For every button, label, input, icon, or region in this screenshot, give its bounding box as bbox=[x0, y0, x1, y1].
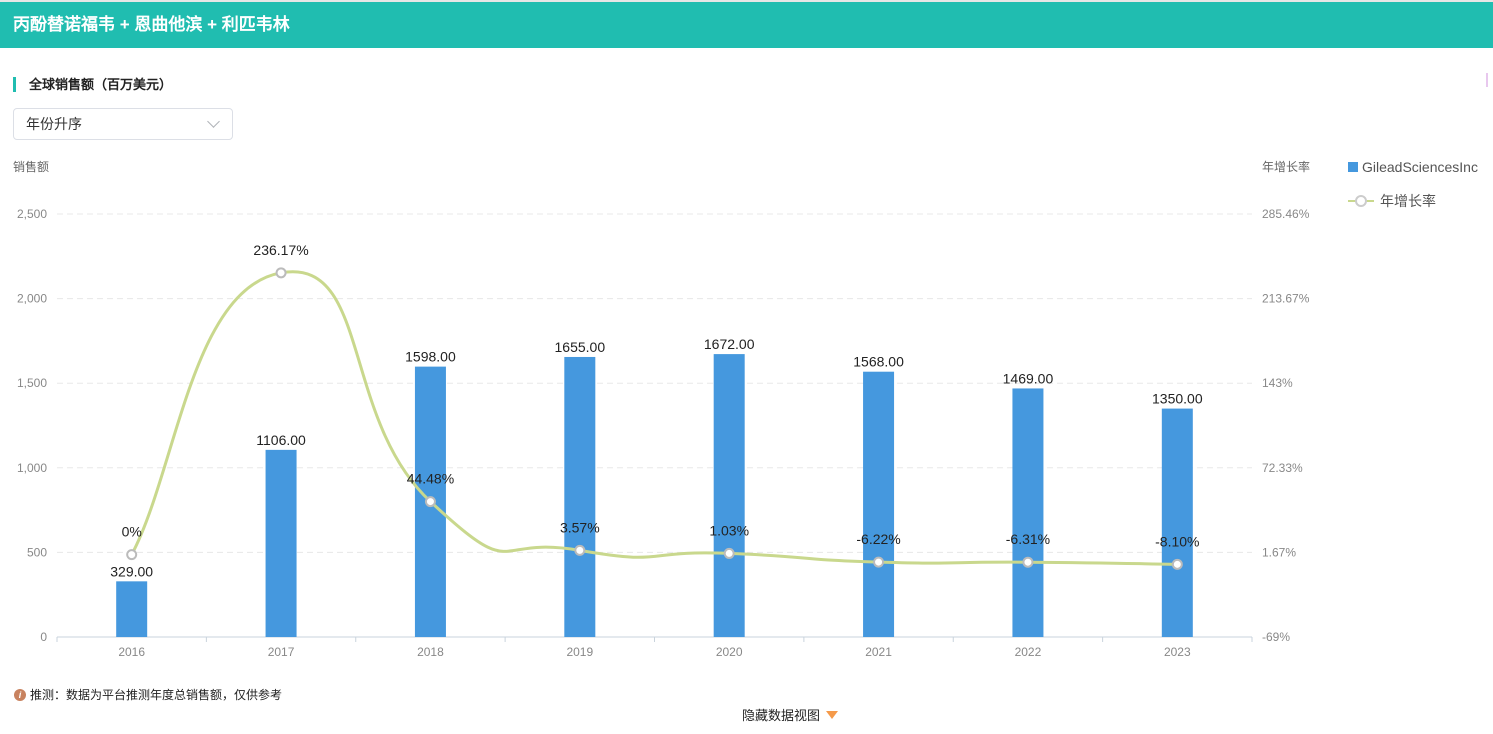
y2-tick-label: 1.67% bbox=[1262, 545, 1296, 559]
growth-label: -6.31% bbox=[1006, 531, 1050, 547]
bar bbox=[564, 356, 596, 637]
legend-line-label: 年增长率 bbox=[1380, 193, 1436, 209]
triangle-down-icon bbox=[826, 710, 839, 719]
estimate-note-text: 推测：数据为平台推测年度总销售额，仅供参考 bbox=[30, 688, 283, 702]
y2-tick-label: 285.46% bbox=[1262, 207, 1310, 221]
y-tick-label: 2,000 bbox=[17, 292, 47, 306]
y-tick-label: 2,500 bbox=[17, 207, 47, 221]
y2-tick-label: 72.33% bbox=[1262, 461, 1303, 475]
growth-label: 236.17% bbox=[253, 242, 308, 258]
bar-label: 1598.00 bbox=[405, 349, 456, 365]
x-tick-label: 2016 bbox=[118, 645, 145, 659]
y2-tick-label: 143% bbox=[1262, 376, 1293, 390]
legend-line-marker bbox=[1355, 195, 1367, 207]
x-tick-label: 2017 bbox=[268, 645, 295, 659]
bar-label: 1568.00 bbox=[853, 354, 904, 370]
x-tick-label: 2023 bbox=[1164, 645, 1191, 659]
legend-bar-swatch bbox=[1348, 162, 1358, 172]
growth-label: -6.22% bbox=[856, 531, 900, 547]
growth-label: 44.48% bbox=[407, 471, 454, 487]
bar bbox=[863, 371, 895, 637]
hide-data-view-label: 隐藏数据视图 bbox=[742, 708, 821, 723]
bar-label: 1655.00 bbox=[555, 339, 606, 355]
growth-point bbox=[1171, 558, 1183, 570]
x-tick-label: 2018 bbox=[417, 645, 444, 659]
chart: 销售额 年增长率0 -69%500 1.67%1,000 72.33%1,500 143%… bbox=[13, 159, 1478, 659]
growth-point bbox=[275, 267, 287, 279]
y-tick-label: 1,500 bbox=[17, 376, 47, 390]
x-tick-label: 2021 bbox=[865, 645, 892, 659]
x-tick-label: 2022 bbox=[1015, 645, 1042, 659]
y-axis-label: 销售额 bbox=[13, 159, 49, 174]
hide-data-view-button[interactable]: 隐藏数据视图 bbox=[742, 705, 839, 724]
bar-label: 1350.00 bbox=[1152, 391, 1203, 407]
bar-label: 1672.00 bbox=[704, 336, 755, 352]
growth-label: 3.57% bbox=[560, 519, 600, 535]
growth-point bbox=[723, 547, 735, 559]
growth-point bbox=[574, 544, 586, 556]
bar bbox=[713, 354, 745, 637]
growth-point bbox=[873, 556, 885, 568]
x-tick-label: 2019 bbox=[566, 645, 593, 659]
growth-label: 0% bbox=[122, 524, 142, 540]
y-tick-label: 0 bbox=[40, 630, 47, 644]
bar bbox=[116, 581, 148, 637]
growth-point bbox=[424, 496, 436, 508]
y2-axis-label: 年增长率 bbox=[1262, 159, 1310, 174]
bar bbox=[1161, 408, 1193, 637]
estimate-note: i 推测：数据为平台推测年度总销售额，仅供参考 bbox=[14, 686, 282, 703]
y-tick-label: 1,000 bbox=[17, 461, 47, 475]
growth-label: 1.03% bbox=[709, 522, 749, 538]
legend-bar-label: GileadSciencesInc bbox=[1362, 159, 1478, 175]
y2-tick-label: -69% bbox=[1262, 630, 1290, 644]
x-tick-label: 2020 bbox=[716, 645, 743, 659]
y2-tick-label: 213.67% bbox=[1262, 292, 1310, 306]
growth-label: -8.10% bbox=[1155, 533, 1199, 549]
bar-label: 329.00 bbox=[110, 563, 153, 579]
growth-point bbox=[126, 549, 138, 561]
bar bbox=[265, 449, 297, 637]
bar bbox=[1012, 388, 1044, 637]
y-tick-label: 500 bbox=[27, 545, 47, 559]
bar-label: 1469.00 bbox=[1003, 370, 1054, 386]
info-icon: i bbox=[14, 688, 26, 701]
growth-point bbox=[1022, 556, 1034, 568]
bar-label: 1106.00 bbox=[256, 432, 306, 448]
